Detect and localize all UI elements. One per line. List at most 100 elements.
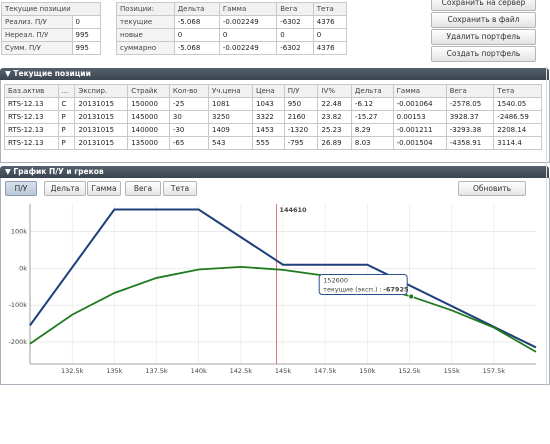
- tooltip-value: -67925: [383, 286, 409, 294]
- table-cell: -25: [168, 97, 210, 111]
- table-cell: 20131015: [74, 136, 129, 150]
- column-header[interactable]: П/У: [283, 84, 319, 98]
- y-tick-label: 0k: [19, 264, 27, 272]
- column-header[interactable]: Кол-во: [168, 84, 210, 98]
- tab-pnl[interactable]: П/У: [5, 181, 37, 196]
- table-cell: 20131015: [74, 97, 129, 111]
- column-header[interactable]: Уч.цена: [208, 84, 254, 98]
- table-cell: C: [57, 97, 76, 111]
- column-header[interactable]: Тета: [493, 84, 542, 98]
- table-cell: 8.03: [350, 136, 394, 150]
- tooltip-series-label: текущие (эксп.) :: [323, 286, 382, 294]
- create-portfolio-button[interactable]: Создать портфель: [431, 46, 536, 62]
- positions-table: Баз.актив... Экспир. Страйк Кол-во Уч.цена Це…: [4, 84, 542, 150]
- table-cell: P: [57, 136, 76, 150]
- greeks-cell: -5.068: [173, 41, 220, 55]
- table-cell: 3114.4: [493, 136, 542, 150]
- column-header[interactable]: Страйк: [127, 84, 170, 98]
- greeks-cell: 4376: [312, 15, 348, 29]
- column-header[interactable]: ...: [57, 84, 76, 98]
- table-cell: 23.82: [317, 110, 352, 124]
- table-cell: -30: [168, 123, 210, 137]
- refresh-button[interactable]: Обновить: [458, 181, 526, 196]
- table-cell: 20131015: [74, 123, 129, 137]
- tab-gamma[interactable]: Гамма: [87, 181, 121, 196]
- summary-label: Сумм. П/У: [1, 41, 73, 55]
- scrollbar-gutter: [546, 66, 547, 386]
- table-cell: 1409: [208, 123, 254, 137]
- table-cell: RTS-12.13: [4, 97, 59, 111]
- greeks-cell: -6302: [276, 15, 314, 29]
- table-row[interactable]: RTS-12.13 P 20131015 140000 -30 1409 1453 -1320…: [4, 123, 542, 137]
- greeks-row-label: текущие: [116, 15, 175, 29]
- table-cell: 1081: [208, 97, 254, 111]
- table-cell: -4358.91: [445, 136, 495, 150]
- summary-value: 0: [71, 15, 101, 29]
- table-cell: -6.12: [350, 97, 394, 111]
- table-cell: -3293.38: [445, 123, 495, 137]
- column-header[interactable]: Дельта: [350, 84, 394, 98]
- table-row[interactable]: RTS-12.13 C 20131015 150000 -25 1081 1043 950 22…: [4, 97, 542, 111]
- greeks-summary-table: Позиции: Дельта Гамма Вега Тета текущие …: [116, 2, 348, 55]
- table-cell: 26.89: [317, 136, 352, 150]
- delete-portfolio-button[interactable]: Удалить портфель: [431, 29, 536, 45]
- greeks-header: Дельта: [173, 2, 220, 16]
- greeks-cell: 0: [312, 28, 348, 42]
- tab-delta[interactable]: Дельта: [44, 181, 86, 196]
- summary-value: 995: [71, 41, 101, 55]
- greeks-header: Тета: [312, 2, 348, 16]
- x-tick-label: 150k: [359, 367, 375, 375]
- table-cell: 2208.14: [493, 123, 542, 137]
- table-cell: 3250: [208, 110, 254, 124]
- tooltip-point: [408, 293, 415, 300]
- chart-panel-header[interactable]: ▼ График П/У и греков: [0, 166, 549, 178]
- table-cell: -2578.05: [445, 97, 495, 111]
- column-header[interactable]: Цена: [252, 84, 285, 98]
- table-cell: P: [57, 110, 76, 124]
- table-cell: 543: [208, 136, 254, 150]
- column-header[interactable]: Баз.актив: [4, 84, 59, 98]
- tab-theta[interactable]: Тета: [163, 181, 197, 196]
- y-tick-label: 100k: [11, 228, 27, 236]
- save-to-server-button[interactable]: Сохранить на сервер: [431, 0, 536, 11]
- greeks-header: Вега: [276, 2, 314, 16]
- table-cell: RTS-12.13: [4, 110, 59, 124]
- table-cell: 1043: [252, 97, 285, 111]
- x-tick-label: 135k: [106, 367, 122, 375]
- summary-label: Нереал. П/У: [1, 28, 73, 42]
- table-cell: 3322: [252, 110, 285, 124]
- x-tick-label: 145k: [275, 367, 291, 375]
- positions-header-row: Баз.актив... Экспир. Страйк Кол-во Уч.цена Це…: [4, 84, 542, 98]
- greeks-cell: 0: [276, 28, 314, 42]
- greeks-cell: 4376: [312, 41, 348, 55]
- column-header[interactable]: Вега: [445, 84, 495, 98]
- table-cell: -795: [283, 136, 319, 150]
- summary-left-table: Текущие позиции Реализ. П/У 0 Нереал. П/У…: [1, 2, 101, 55]
- table-cell: 0.00153: [392, 110, 447, 124]
- table-cell: 145000: [127, 110, 170, 124]
- table-cell: -0.001064: [392, 97, 447, 111]
- table-cell: 20131015: [74, 110, 129, 124]
- column-header[interactable]: Гамма: [392, 84, 447, 98]
- table-cell: RTS-12.13: [4, 136, 59, 150]
- table-cell: 1453: [252, 123, 285, 137]
- tab-vega[interactable]: Вега: [125, 181, 161, 196]
- table-cell: 950: [283, 97, 319, 111]
- pnl-chart: 100k 0k -100k -200k 132.5k 135k 137.5k 140k 142.…: [8, 204, 537, 375]
- x-tick-label: 137.5k: [145, 367, 168, 375]
- tooltip-x-label: 152600: [323, 277, 348, 285]
- greeks-row-label: новые: [116, 28, 175, 42]
- table-cell: 135000: [127, 136, 170, 150]
- positions-panel-header[interactable]: ▼ Текущие позиции: [0, 68, 549, 80]
- table-cell: 555: [252, 136, 285, 150]
- y-tick-label: -200k: [8, 338, 27, 346]
- column-header[interactable]: Экспир.: [74, 84, 129, 98]
- greeks-cell: 0: [173, 28, 220, 42]
- table-row[interactable]: RTS-12.13 P 20131015 145000 30 3250 3322 2160 23…: [4, 110, 542, 124]
- table-cell: -0.001211: [392, 123, 447, 137]
- column-header[interactable]: IV%: [317, 84, 352, 98]
- table-cell: 140000: [127, 123, 170, 137]
- save-to-file-button[interactable]: Сохранить в файл: [431, 12, 536, 28]
- table-row[interactable]: RTS-12.13 P 20131015 135000 -65 543 555 -795 26.…: [4, 136, 542, 150]
- table-cell: -2486.59: [493, 110, 542, 124]
